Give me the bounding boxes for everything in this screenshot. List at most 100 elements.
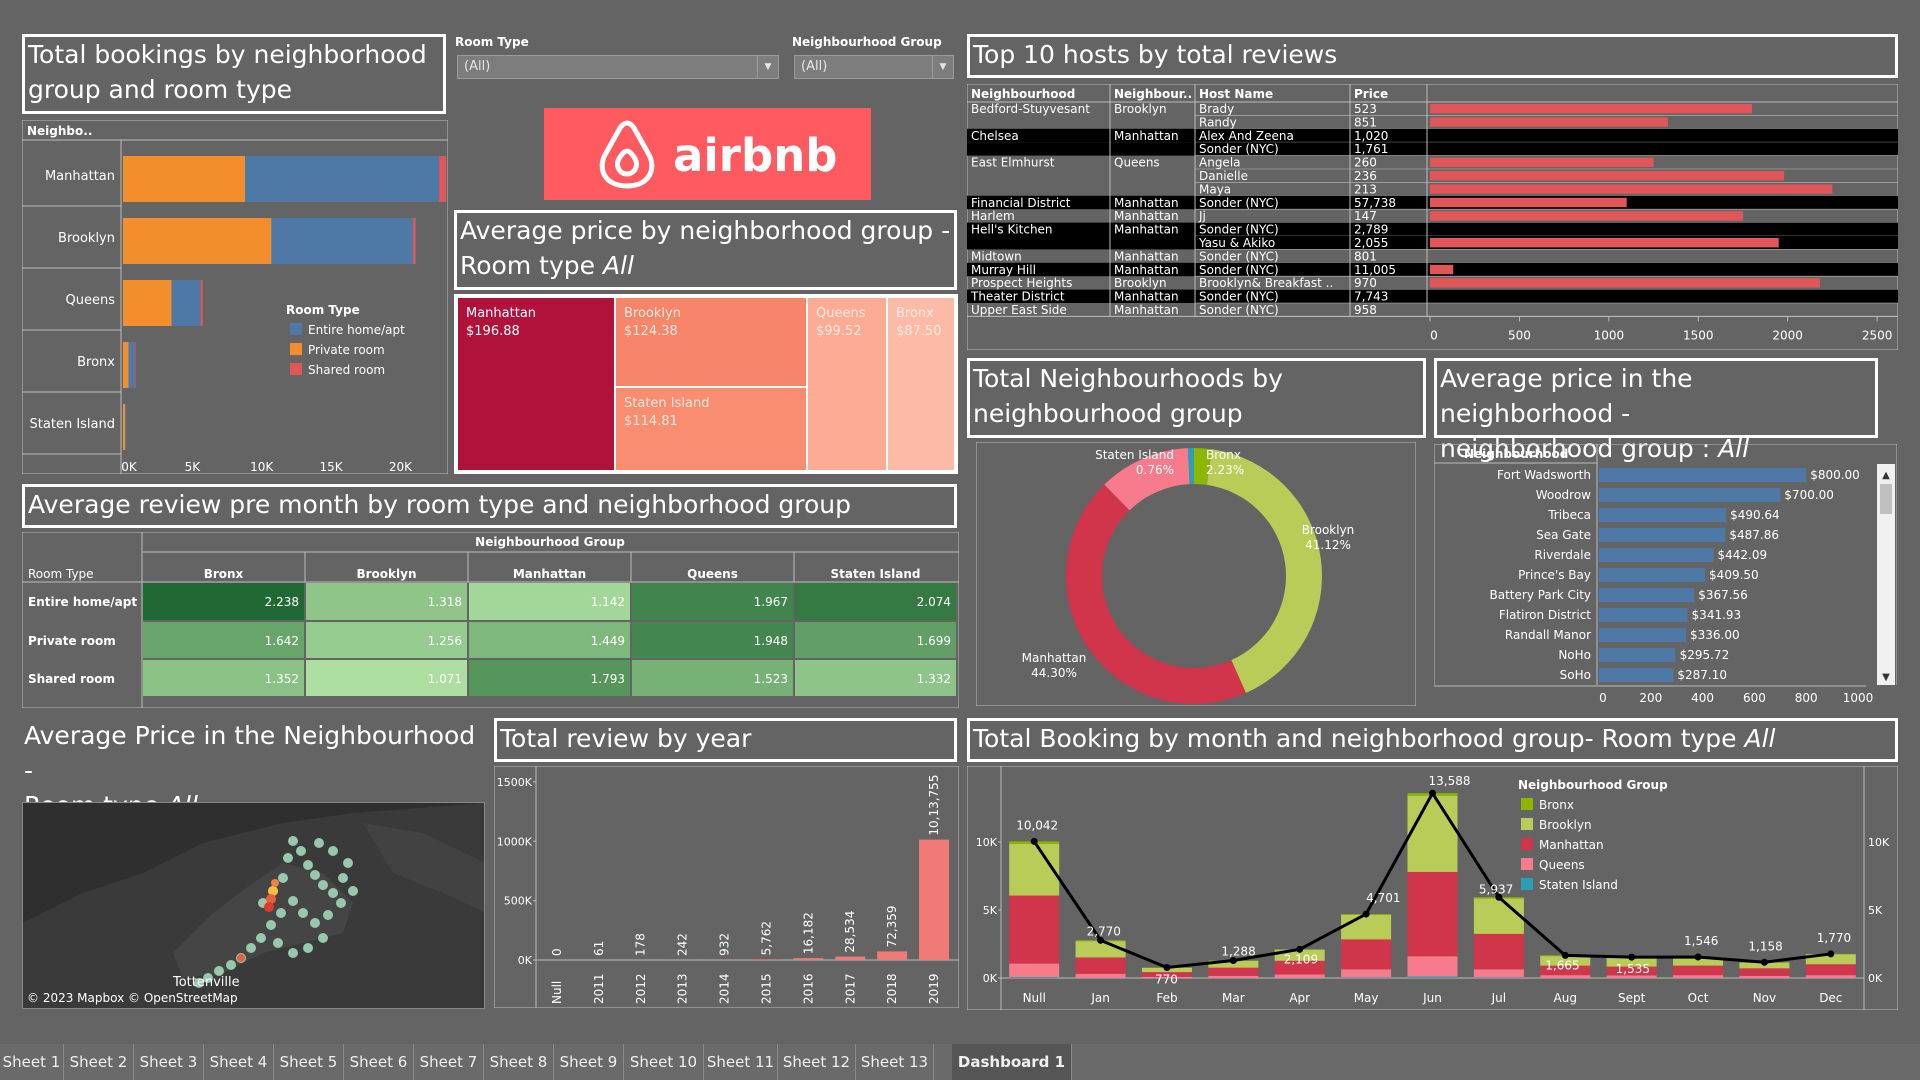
- x-tick-label: 0: [1430, 328, 1438, 342]
- tab-sheet-9[interactable]: Sheet 9: [554, 1044, 624, 1080]
- column-header: Neighbourhood: [971, 87, 1075, 101]
- heatmap-value: 1.071: [428, 672, 462, 686]
- bar-segment: [1673, 965, 1724, 976]
- chevron-down-icon[interactable]: ▼: [757, 56, 778, 78]
- tab-sheet-10[interactable]: Sheet 10: [624, 1044, 704, 1080]
- x-tick-label: Feb: [1156, 991, 1177, 1005]
- review-year-chart: 0K 500K 1000K 1500K 0 Null 61 2011 178 2012 242 201…: [494, 766, 959, 1008]
- host-cell: Yasu & Akiko: [1198, 236, 1275, 250]
- x-tick-label: 800: [1795, 691, 1818, 705]
- tab-sheet-5[interactable]: Sheet 5: [274, 1044, 344, 1080]
- line-label: 2,770: [1087, 924, 1121, 938]
- x-tick-label: 0: [1599, 691, 1607, 705]
- bar: [1430, 184, 1833, 194]
- x-tick-label: 2014: [718, 973, 732, 1004]
- bar: [1599, 488, 1781, 502]
- host-cell: Sonder (NYC): [1199, 142, 1279, 156]
- neighbourhood-cell: Midtown: [971, 249, 1022, 263]
- line-point: [1429, 789, 1436, 797]
- bar-segment: [1208, 975, 1259, 978]
- x-tick-label: Null: [1023, 991, 1046, 1005]
- line-point: [1030, 837, 1038, 845]
- data-label: 0: [550, 948, 564, 956]
- x-tick-label: 200: [1639, 691, 1662, 705]
- x-tick-label: 1000: [1594, 328, 1625, 342]
- data-label: $367.56: [1698, 588, 1748, 602]
- neigh-group-filter[interactable]: (All) ▼: [794, 55, 954, 79]
- line-label: 4,701: [1366, 891, 1400, 905]
- group-cell: Manhattan: [1114, 196, 1179, 210]
- tab-sheet-7[interactable]: Sheet 7: [414, 1044, 484, 1080]
- price-cell: 11,005: [1354, 263, 1396, 277]
- scrollbar-thumb: [1880, 484, 1892, 514]
- chevron-down-icon[interactable]: ▼: [932, 56, 953, 78]
- line-label: 1,535: [1616, 962, 1650, 976]
- tab-sheet-13[interactable]: Sheet 13: [856, 1044, 934, 1080]
- x-tick-label: 5K: [185, 460, 202, 474]
- tab-sheet-4[interactable]: Sheet 4: [204, 1044, 274, 1080]
- y-tick-label-right: 0K: [1868, 972, 1883, 985]
- bar: [1599, 568, 1706, 582]
- tab-sheet-2[interactable]: Sheet 2: [64, 1044, 134, 1080]
- slice-percent: 44.30%: [1031, 666, 1077, 680]
- column-header: Queens: [687, 567, 738, 581]
- legend-swatch: [1521, 818, 1533, 830]
- heatmap-value: 1.256: [428, 634, 462, 648]
- tab-dashboard-1[interactable]: Dashboard 1: [952, 1044, 1072, 1080]
- data-label: 16,182: [801, 912, 815, 954]
- host-cell: Sonder (NYC): [1199, 196, 1279, 210]
- neighbourhood-cell: Bedford-Stuyvesant: [971, 102, 1090, 116]
- line-label: 1,158: [1748, 939, 1782, 953]
- host-cell: Danielle: [1199, 169, 1248, 183]
- bookings-title: Total bookings by neighborhood group and…: [22, 34, 446, 114]
- x-tick-label: Oct: [1688, 991, 1709, 1005]
- bar: [1599, 548, 1714, 562]
- tab-sheet-1[interactable]: Sheet 1: [0, 1044, 64, 1080]
- neighbourhood-cell: Chelsea: [971, 129, 1019, 143]
- legend-swatch: [290, 363, 302, 375]
- x-tick-label: 2016: [801, 973, 815, 1004]
- bar-segment: [1739, 975, 1790, 978]
- room-type-filter[interactable]: (All) ▼: [457, 55, 779, 79]
- neighbourhood-cell: Harlem: [971, 209, 1015, 223]
- data-label: 178: [634, 933, 648, 956]
- bar: [1599, 468, 1807, 482]
- price-cell: 2,789: [1354, 223, 1388, 237]
- axis-band: [1434, 685, 1897, 708]
- bar-segment: [1673, 975, 1724, 978]
- row-band: [967, 222, 1898, 236]
- price-cell: 970: [1354, 276, 1377, 290]
- top-hosts-table: Neighbourhood Neighbour.. Host Name Price Be…: [967, 84, 1898, 350]
- host-cell: Sonder (NYC): [1199, 303, 1279, 317]
- category-label: Battery Park City: [1490, 588, 1592, 602]
- group-cell: Brooklyn: [1114, 276, 1167, 290]
- bar: [1599, 668, 1674, 682]
- nyc-map[interactable]: Tottenville © 2023 Mapbox © OpenStreetMa…: [22, 802, 485, 1009]
- tab-sheet-11[interactable]: Sheet 11: [704, 1044, 778, 1080]
- airbnb-logo-icon: airbnb: [599, 120, 837, 189]
- data-label: 5,762: [759, 921, 773, 955]
- tab-sheet-12[interactable]: Sheet 12: [778, 1044, 856, 1080]
- bar-segment: [1075, 973, 1126, 978]
- neigh-group-filter-value: (All): [801, 59, 828, 74]
- line-label: 1,665: [1545, 958, 1579, 972]
- data-label: $490.64: [1730, 508, 1780, 522]
- line-label: 1,546: [1684, 934, 1718, 948]
- y-tick-label-right: 5K: [1868, 904, 1883, 917]
- tab-sheet-3[interactable]: Sheet 3: [134, 1044, 204, 1080]
- treemap-label: Staten Island: [624, 396, 709, 411]
- legend-label: Staten Island: [1539, 878, 1618, 892]
- bar: [1430, 197, 1627, 208]
- line-label: 10,042: [1016, 818, 1058, 832]
- category-label: Riverdale: [1534, 548, 1591, 562]
- x-tick-label: 2000: [1772, 328, 1803, 342]
- x-tick-label: Sept: [1618, 991, 1646, 1005]
- group-cell: Manhattan: [1114, 129, 1179, 143]
- legend-label: Shared room: [308, 363, 385, 377]
- tab-sheet-6[interactable]: Sheet 6: [344, 1044, 414, 1080]
- x-tick-label: Jul: [1491, 991, 1506, 1005]
- tab-sheet-8[interactable]: Sheet 8: [484, 1044, 554, 1080]
- bar-segment: [412, 218, 416, 264]
- treemap-label: Brooklyn: [624, 306, 681, 321]
- legend-label: Manhattan: [1539, 838, 1604, 852]
